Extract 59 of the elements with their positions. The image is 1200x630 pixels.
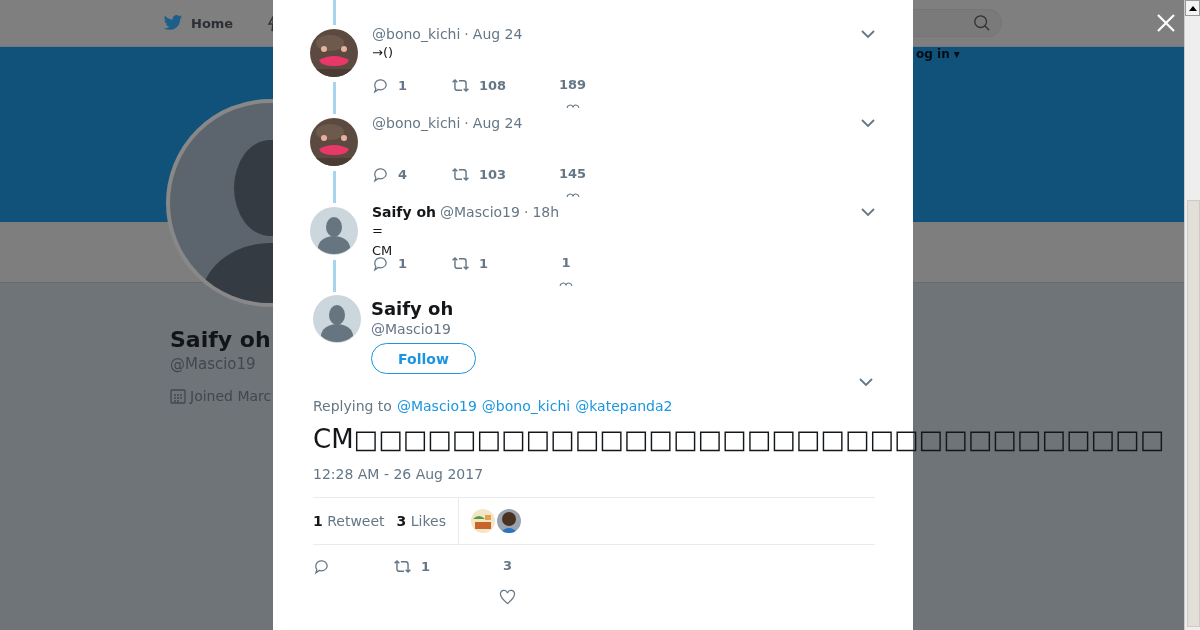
- like-count: 145: [559, 166, 587, 181]
- reply-icon[interactable]: [372, 255, 389, 272]
- heart-icon[interactable]: [499, 589, 516, 605]
- default-avatar-icon: [310, 207, 358, 255]
- tweet-time[interactable]: Aug 24: [472, 115, 523, 131]
- like-count: 1: [561, 255, 571, 270]
- author-handle[interactable]: @bono_kichi: [372, 26, 461, 42]
- mention-link[interactable]: @bono_kichi: [481, 398, 571, 414]
- heart-icon[interactable]: [565, 104, 580, 108]
- calendar-icon: [170, 388, 186, 404]
- author-name[interactable]: Saify oh: [371, 298, 476, 319]
- replying-label: Replying to: [313, 398, 392, 414]
- home-link[interactable]: Home: [191, 15, 234, 31]
- reply-icon[interactable]: [372, 166, 389, 183]
- retweet-icon[interactable]: [451, 77, 470, 94]
- reply-count: 1: [398, 256, 408, 271]
- tweet-text: CM: [372, 242, 394, 260]
- tweet-time[interactable]: Aug 24: [472, 26, 523, 42]
- default-avatar-icon: [313, 295, 361, 343]
- retweet-icon[interactable]: [451, 255, 470, 272]
- tweet-text: =: [372, 222, 384, 240]
- like-stat[interactable]: 3 Likes: [396, 513, 446, 529]
- like-count: 189: [559, 77, 587, 92]
- heart-icon[interactable]: [565, 193, 580, 197]
- reply-icon[interactable]: [372, 77, 389, 94]
- scrollbar[interactable]: [1184, 0, 1200, 630]
- tweet-time[interactable]: 18h: [532, 204, 560, 220]
- search-icon[interactable]: [973, 14, 991, 32]
- reply-count: 4: [398, 167, 408, 182]
- retweet-icon[interactable]: [393, 558, 412, 575]
- close-icon[interactable]: [1156, 13, 1176, 33]
- reply-icon[interactable]: [313, 558, 330, 575]
- like-count: 3: [502, 558, 512, 573]
- retweet-count: 108: [479, 78, 507, 93]
- chevron-icon[interactable]: [859, 378, 873, 387]
- author-handle[interactable]: @Mascio19: [371, 321, 476, 337]
- follow-button[interactable]: Follow: [371, 343, 476, 374]
- retweet-stat[interactable]: 1 Retweet: [313, 513, 385, 529]
- author-name[interactable]: Saify oh: [372, 204, 436, 220]
- profile-name: Saify oh: [170, 327, 271, 352]
- retweet-count: 1: [479, 256, 489, 271]
- retweet-count: 1: [421, 559, 431, 574]
- author-handle[interactable]: @bono_kichi: [372, 115, 461, 131]
- separator-dot: ·: [464, 26, 469, 42]
- mention-link[interactable]: @Mascio19: [396, 398, 477, 414]
- heart-icon[interactable]: [559, 282, 573, 286]
- author-handle[interactable]: @Mascio19: [440, 204, 520, 220]
- retweet-icon[interactable]: [451, 166, 470, 183]
- scroll-up-icon[interactable]: [1188, 5, 1197, 11]
- chevron-icon[interactable]: [861, 118, 875, 128]
- retweet-count: 103: [479, 167, 507, 182]
- reply-count: 1: [398, 78, 408, 93]
- tweet-date: 12:28 AM - 26 Aug 2017: [313, 466, 485, 482]
- chevron-icon[interactable]: [861, 207, 875, 217]
- mention-link[interactable]: @katepanda2: [575, 398, 673, 414]
- separator-dot: ·: [464, 115, 469, 131]
- separator-dot: ·: [523, 204, 529, 220]
- tweet-text: →(): [372, 44, 395, 62]
- chevron-icon[interactable]: [861, 29, 875, 39]
